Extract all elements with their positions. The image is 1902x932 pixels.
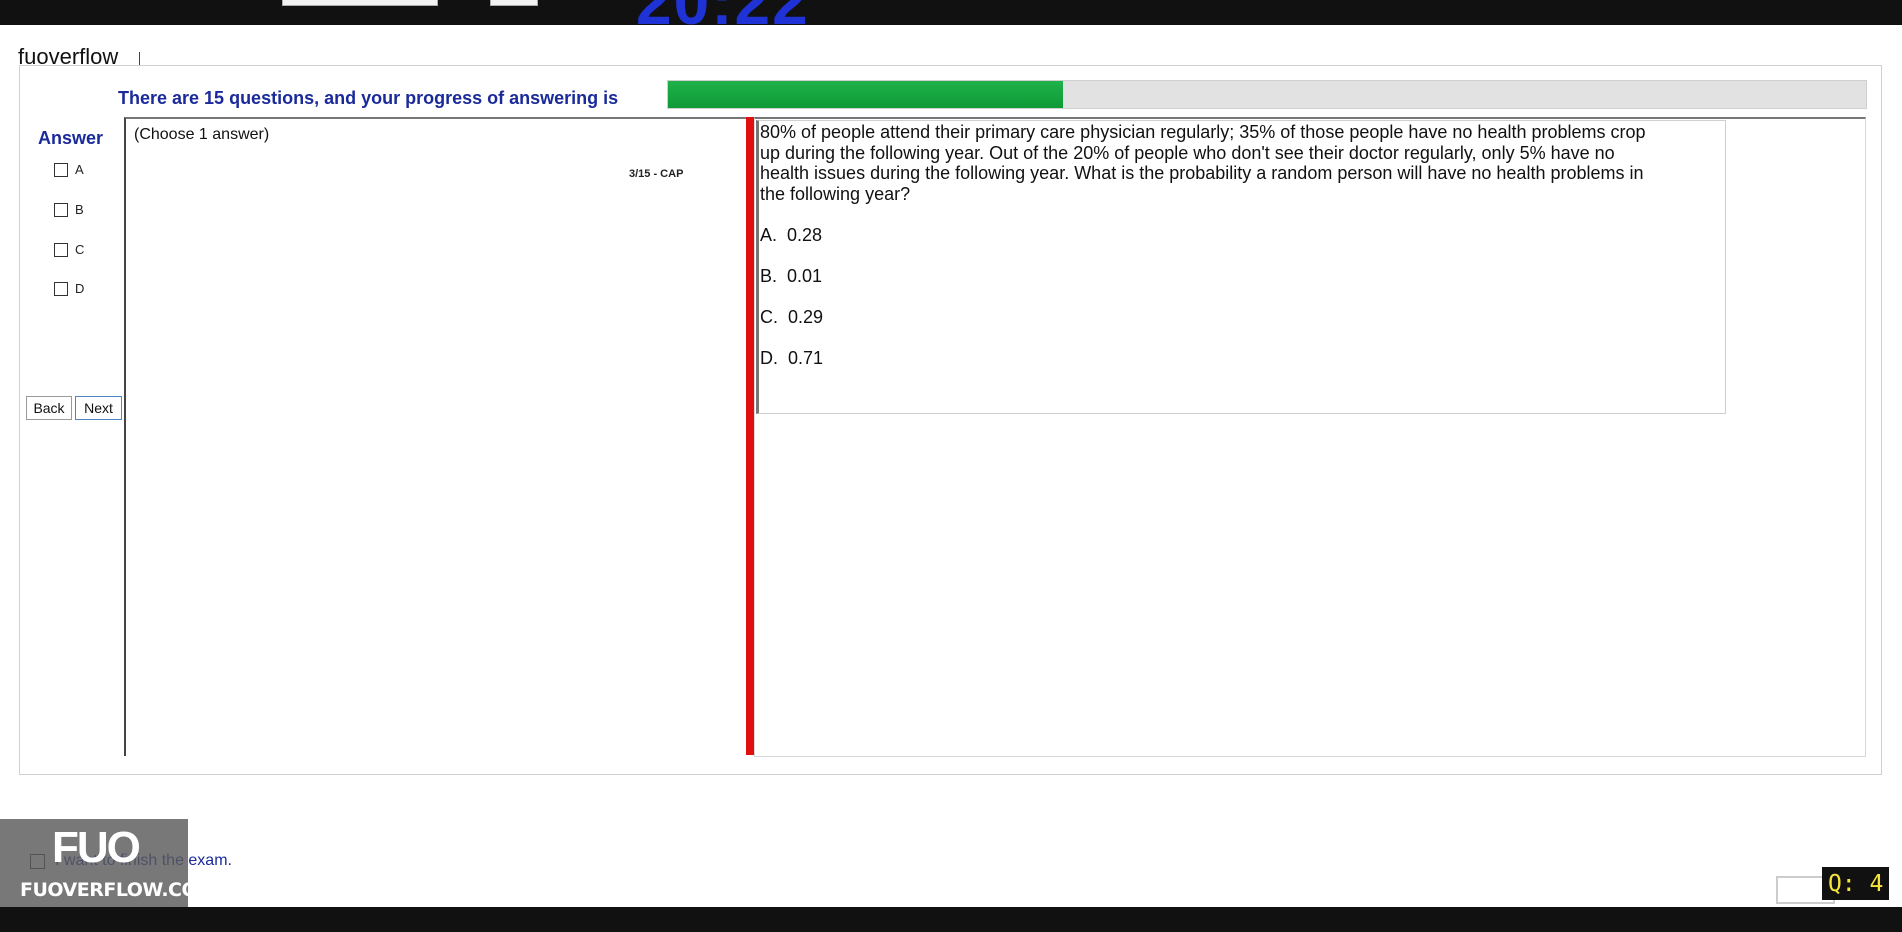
checkbox-d[interactable] [54,281,68,296]
watermark-logo: FUO FUOVERFLOW.COM [0,819,216,907]
question-option-d: D. 0.71 [760,348,823,369]
option-letter: D. [760,348,778,368]
option-letter: A. [760,225,778,245]
checkbox-c[interactable] [54,242,68,257]
option-value: 0.29 [788,307,824,327]
answer-option-label: D [75,281,85,296]
next-button[interactable]: Next [75,396,122,420]
answer-option-label: C [75,242,85,257]
question-code: 3/15 - CAP [629,168,684,180]
answer-option-a[interactable]: A [54,162,84,177]
logo-url: FUOVERFLOW.COM [20,879,216,901]
answer-option-c[interactable]: C [54,242,84,257]
answer-option-d[interactable]: D [54,281,84,296]
instruction-panel [124,117,748,756]
bottom-bar [0,907,1902,932]
answer-option-label: A [75,162,84,177]
option-value: 0.71 [788,348,824,368]
question-option-a: A. 0.28 [760,225,822,246]
progress-label: There are 15 questions, and your progres… [118,88,619,108]
option-value: 0.28 [787,225,823,245]
checkbox-a[interactable] [54,162,68,177]
answer-option-label: B [75,202,84,217]
option-letter: B. [760,266,778,286]
option-letter: C. [760,307,778,327]
top-bar: 20:22 [0,0,1902,25]
logo-mark: FUO [52,823,141,872]
exam-timer: 20:22 [636,0,810,25]
hidden-field-right [490,0,538,6]
back-button[interactable]: Back [26,396,72,420]
choose-instruction: (Choose 1 answer) [134,126,270,143]
progress-bar [667,80,1867,109]
panel-splitter[interactable] [746,117,754,755]
hidden-field-left [282,0,438,6]
question-counter: Q: 4 [1822,867,1890,900]
answer-title: Answer [38,128,104,148]
question-option-c: C. 0.29 [760,307,823,328]
checkbox-b[interactable] [54,202,68,217]
question-text: 80% of people attend their primary care … [760,122,1646,204]
option-value: 0.01 [787,266,823,286]
progress-fill [668,81,1064,108]
question-option-b: B. 0.01 [760,266,822,287]
answer-option-b[interactable]: B [54,202,84,217]
